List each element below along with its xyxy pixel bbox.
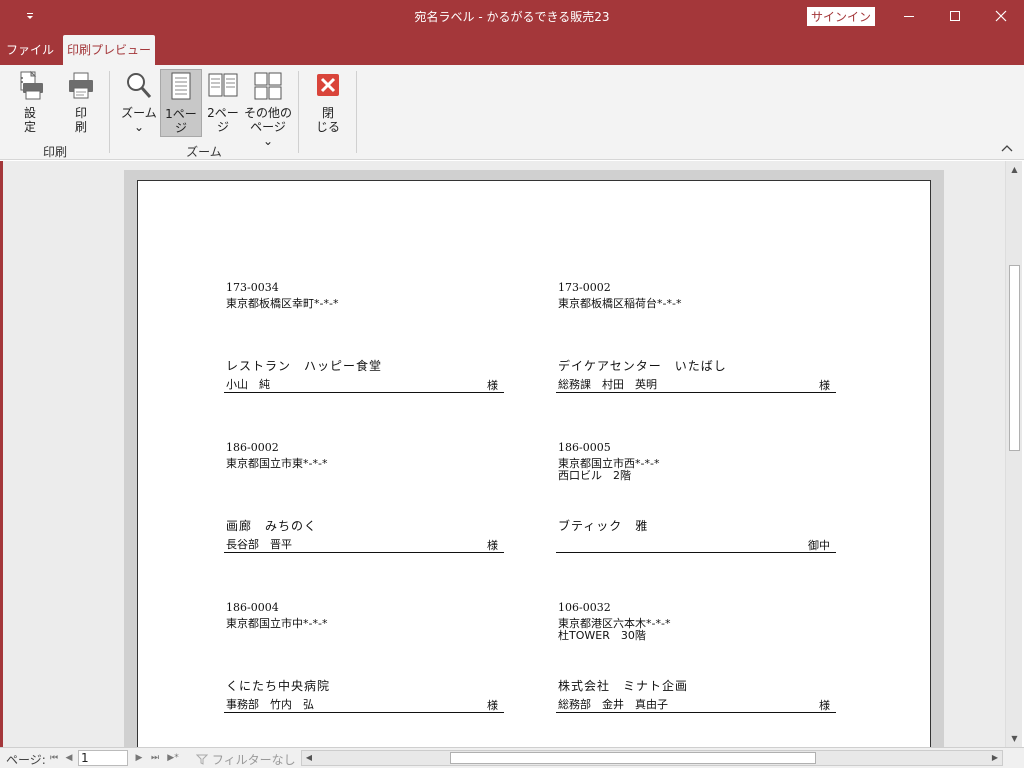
address-line-1: 東京都国立市中*-*-* [226,617,328,630]
preview-page[interactable]: 173-0034 東京都板橋区幸町*-*-* レストラン ハッピー食堂 小山 純… [137,180,931,750]
postal-code: 106-0032 [558,601,611,614]
close-preview-label-1: 閉 [321,106,334,120]
filter-status[interactable]: フィルターなし [195,751,296,768]
two-page-label-2: ジ [216,120,229,134]
honorific: 様 [487,539,498,552]
one-page-button[interactable]: 1ペー ジ [160,69,202,137]
scroll-up-icon[interactable]: ▲ [1006,161,1023,178]
close-preview-label-2: じる [315,120,340,134]
horizontal-scrollbar[interactable]: ◀ ▶ [301,750,1003,766]
company-name: ブティック 雅 [558,519,649,533]
current-page-input[interactable]: 1 [78,750,128,766]
one-page-label-2: ジ [174,121,187,135]
ribbon-tabs: ファイル 印刷プレビュー [0,33,1024,65]
company-name: レストラン ハッピー食堂 [226,359,383,373]
company-name: デイケアセンター いたばし [558,359,727,373]
close-preview-button[interactable]: 閉 じる [308,69,348,137]
close-window-button[interactable] [978,0,1024,33]
address-line-2: 西口ビル 2階 [558,469,631,482]
more-pages-label-2: ページ ⌄ [250,120,286,148]
magnifier-icon [122,73,156,106]
recipient-name: 総務部 金井 真由子 [558,698,668,711]
underline [224,392,504,393]
underline [556,392,836,393]
underline [556,712,836,713]
close-preview-icon [311,74,345,106]
new-record-icon[interactable]: ▶* [165,752,181,764]
page-setup-label-1: 設 [23,106,36,120]
ribbon: 設 定 印 刷 印刷 ズーム ⌄ 1ペー ジ 2ペー ジ その他の ページ ⌄ … [0,65,1024,160]
print-label-1: 印 [74,106,87,120]
signin-button[interactable]: サインイン [807,7,875,26]
previous-page-icon[interactable]: ◀ [63,752,75,764]
collapse-ribbon-icon[interactable] [1000,141,1014,155]
company-name: 株式会社 ミナト企画 [558,679,689,693]
postal-code: 186-0002 [226,441,279,454]
address-line-1: 東京都国立市東*-*-* [226,457,328,470]
page-label: ページ: [6,753,46,767]
scroll-left-icon[interactable]: ◀ [302,751,316,765]
postal-code: 173-0002 [558,281,611,294]
more-pages-label-1: その他の [244,106,293,120]
ribbon-separator [109,71,110,153]
scroll-right-icon[interactable]: ▶ [988,751,1002,765]
page-setup-label-2: 定 [23,120,36,134]
recipient-name: 小山 純 [226,378,270,391]
honorific: 様 [487,379,498,392]
address-line-2: 杜TOWER 30階 [558,629,646,642]
ribbon-separator [356,71,357,153]
postal-code: 186-0004 [226,601,279,614]
printer-icon [64,72,98,106]
recipient-name: 総務課 村田 英明 [558,378,657,391]
filter-label: フィルターなし [211,753,296,767]
page-setup-icon [13,70,47,106]
multi-page-icon [251,72,285,106]
recipient-name: 事務部 竹内 弘 [226,698,314,711]
zoom-label: ズーム [121,106,157,120]
company-name: くにたち中央病院 [226,679,331,693]
underline [224,712,504,713]
horizontal-scroll-thumb[interactable] [450,752,816,764]
print-label-2: 刷 [74,120,87,134]
zoom-dropdown-arrow: ⌄ [133,120,145,134]
next-page-icon[interactable]: ▶ [133,752,145,764]
two-page-label-1: 2ペー [207,106,239,120]
honorific: 様 [487,699,498,712]
filter-icon [195,753,212,767]
two-page-button[interactable]: 2ペー ジ [203,69,243,137]
one-page-icon [164,72,198,107]
recipient-name: 長谷部 晋平 [226,538,292,551]
company-name: 画廊 みちのく [226,519,318,533]
vertical-scrollbar[interactable]: ▲ ▼ [1005,161,1022,747]
first-page-icon[interactable]: ⏮ [48,752,60,764]
address-line-1: 東京都板橋区稲荷台*-*-* [558,297,682,310]
underline [556,552,836,553]
scroll-down-icon[interactable]: ▼ [1006,730,1023,747]
minimize-button[interactable] [886,0,932,33]
record-navigation-bar: ページ: ⏮ ◀ 1 ▶ ⏭ ▶* フィルターなし ◀ ▶ [0,747,1024,768]
zoom-button[interactable]: ズーム ⌄ [118,69,160,137]
maximize-button[interactable] [932,0,978,33]
title-bar: 宛名ラベル - かるがるできる販売23 サインイン [0,0,1024,33]
postal-code: 186-0005 [558,441,611,454]
print-button[interactable]: 印 刷 [60,69,102,137]
more-pages-button[interactable]: その他の ページ ⌄ [244,69,293,148]
postal-code: 173-0034 [226,281,279,294]
one-page-label-1: 1ペー [165,107,197,121]
honorific: 様 [819,379,830,392]
two-page-icon [206,73,240,106]
page-setup-button[interactable]: 設 定 [10,69,50,137]
address-line-1: 東京都板橋区幸町*-*-* [226,297,339,310]
tab-file[interactable]: ファイル [4,35,56,65]
honorific: 様 [819,699,830,712]
ribbon-separator [298,71,299,153]
tab-print-preview[interactable]: 印刷プレビュー [63,35,155,65]
honorific: 御中 [808,539,830,552]
vertical-scroll-thumb[interactable] [1009,265,1020,451]
group-label-zoom: ズーム [186,145,222,159]
underline [224,552,504,553]
group-label-print: 印刷 [42,145,67,159]
last-page-icon[interactable]: ⏭ [149,752,161,764]
